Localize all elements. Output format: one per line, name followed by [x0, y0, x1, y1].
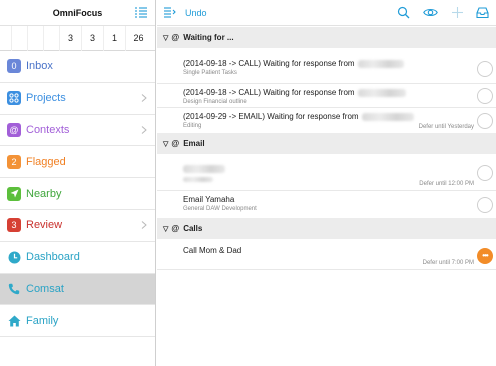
sidebar-item-projects[interactable]: Projects: [0, 83, 155, 115]
completion-checkbox[interactable]: [477, 60, 493, 77]
eye-icon[interactable]: [423, 6, 438, 19]
forecast-strip[interactable]: 3 3 1 26: [0, 25, 155, 51]
forecast-count[interactable]: 26: [125, 25, 151, 51]
chevron-right-icon: [141, 126, 147, 134]
add-icon[interactable]: [451, 6, 464, 19]
completion-checkbox[interactable]: [477, 112, 493, 129]
flagged-icon: 2: [7, 154, 21, 169]
disclosure-triangle-icon[interactable]: ▽: [163, 34, 168, 42]
sidebar-item-contexts[interactable]: @ Contexts: [0, 115, 155, 147]
section-title: Waiting for ...: [183, 33, 234, 42]
disclosure-triangle-icon[interactable]: ▽: [163, 225, 168, 233]
chevron-right-icon: [141, 221, 147, 230]
location-arrow-icon: [7, 186, 21, 201]
forecast-count[interactable]: 3: [81, 25, 103, 51]
section-header-calls[interactable]: ▽ @ Calls: [157, 218, 496, 239]
sidebar-item-flagged[interactable]: 2 Flagged: [0, 146, 155, 179]
sidebar-item-comsat[interactable]: Comsat: [0, 273, 155, 306]
sidebar-item-label: Dashboard: [26, 251, 80, 264]
task-title: Email Yamaha: [183, 195, 235, 204]
sidebar-item-label: Projects: [26, 92, 66, 105]
undo-button[interactable]: Undo: [185, 8, 207, 18]
inbox-tray-icon[interactable]: [476, 6, 489, 19]
sidebar-item-label: Family: [26, 314, 59, 327]
task-row[interactable]: Call Mom & Dad Defer until 7:00 PM •••: [157, 242, 496, 270]
projects-icon: [7, 91, 21, 106]
more-dots-icon: •••: [482, 250, 488, 260]
outline-toggle-icon[interactable]: [164, 7, 176, 18]
main-pane: Undo ▽ @ Waiting for ... (2014-09-18 -> …: [157, 0, 496, 366]
sidebar-item-inbox[interactable]: 0 Inbox: [0, 51, 155, 83]
task-project: General DAW Development: [183, 206, 257, 212]
sidebar-item-review[interactable]: 3 Review: [0, 210, 155, 242]
task-title: (2014-09-29 -> EMAIL) Waiting for respon…: [183, 112, 359, 121]
task-title: Call Mom & Dad: [183, 246, 242, 255]
redacted-text: [183, 177, 213, 182]
defer-date: Defer until 12:00 PM: [419, 181, 474, 187]
sidebar-item-nearby[interactable]: Nearby: [0, 178, 155, 210]
forecast-count[interactable]: 1: [103, 25, 125, 51]
inbox-icon: 0: [7, 59, 21, 74]
sidebar-item-label: Comsat: [26, 282, 64, 295]
task-row[interactable]: (2014-09-18 -> CALL) Waiting for respons…: [157, 84, 496, 108]
sidebar-item-label: Inbox: [26, 60, 53, 73]
context-at-icon: @: [171, 33, 180, 42]
task-row[interactable]: Defer until 12:00 PM: [157, 156, 496, 191]
sidebar-item-family[interactable]: Family: [0, 305, 155, 338]
sidebar: OmniFocus 3 3 1 26 0 Inbox Projects @ Co…: [0, 0, 156, 366]
contexts-icon: @: [7, 122, 21, 137]
section-title: Calls: [183, 224, 203, 233]
task-project: Design Financial outline: [183, 99, 247, 105]
disclosure-triangle-icon[interactable]: ▽: [163, 140, 168, 148]
chevron-right-icon: [141, 94, 147, 103]
review-icon: 3: [7, 218, 21, 233]
section-title: Email: [183, 139, 205, 148]
redacted-text: [361, 112, 414, 121]
phone-icon: [7, 282, 21, 296]
task-title: (2014-09-18 -> CALL) Waiting for respons…: [183, 59, 355, 68]
sidebar-item-dashboard[interactable]: Dashboard: [0, 242, 155, 274]
task-row[interactable]: (2014-09-18 -> CALL) Waiting for respons…: [157, 54, 496, 84]
completion-checkbox[interactable]: [477, 165, 493, 181]
home-icon: [7, 314, 21, 328]
sidebar-item-label: Review: [26, 219, 63, 232]
completion-checkbox[interactable]: [477, 196, 493, 213]
sidebar-item-label: Nearby: [26, 187, 62, 200]
task-title: (2014-09-18 -> CALL) Waiting for respons…: [183, 88, 355, 97]
defer-date: Defer until Yesterday: [418, 124, 474, 130]
sidebar-item-label: Flagged: [26, 155, 66, 168]
section-header-waiting[interactable]: ▽ @ Waiting for ...: [157, 27, 496, 48]
app-title: OmniFocus: [52, 8, 103, 18]
section-header-email[interactable]: ▽ @ Email: [157, 133, 496, 154]
completion-checkbox[interactable]: [477, 87, 493, 104]
task-row[interactable]: (2014-09-29 -> EMAIL) Waiting for respon…: [157, 108, 496, 133]
task-row[interactable]: Email Yamaha General DAW Development: [157, 191, 496, 218]
toolbar: Undo: [157, 0, 496, 26]
redacted-text: [357, 88, 406, 97]
context-at-icon: @: [171, 224, 180, 233]
search-icon[interactable]: [397, 6, 410, 19]
redacted-text: [183, 164, 225, 173]
clock-icon: [7, 250, 21, 264]
task-project: Single Patient Tasks: [183, 70, 237, 76]
context-at-icon: @: [171, 139, 180, 148]
flagged-checkbox[interactable]: •••: [477, 247, 493, 264]
forecast-count[interactable]: 3: [59, 25, 81, 51]
list-view-icon[interactable]: [135, 7, 147, 18]
redacted-text: [357, 59, 404, 68]
defer-date: Defer until 7:00 PM: [422, 260, 474, 266]
sidebar-header: OmniFocus: [0, 0, 155, 26]
sidebar-item-label: Contexts: [26, 123, 70, 136]
